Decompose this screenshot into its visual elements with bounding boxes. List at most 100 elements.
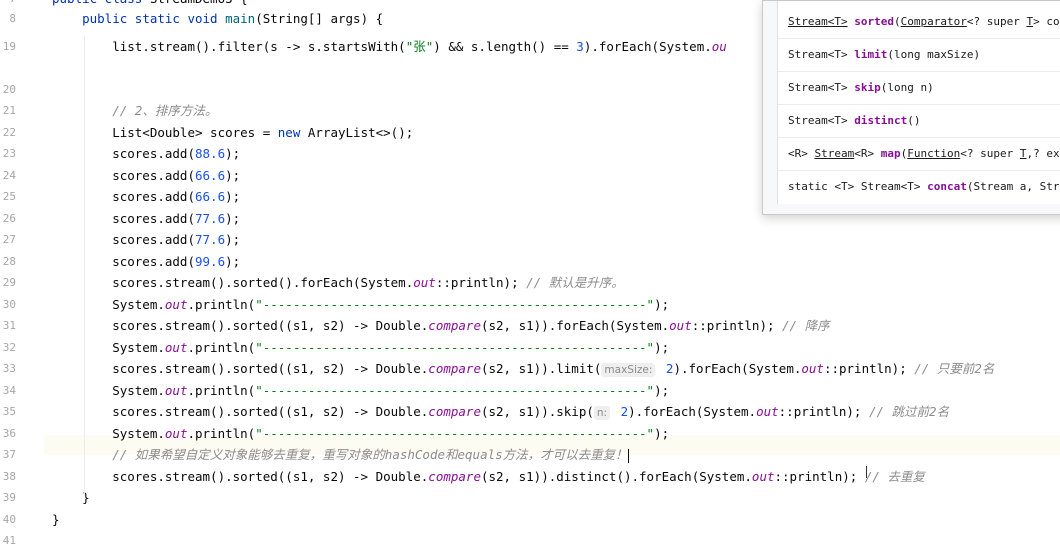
completion-token: sorted: [854, 15, 894, 28]
line-number: 25: [2, 190, 16, 203]
code-line[interactable]: public class StreamDemo3 {: [52, 0, 248, 9]
code-line[interactable]: scores.stream().sorted((s1, s2) -> Doubl…: [52, 467, 925, 487]
completion-token: (): [907, 114, 921, 127]
code-token: // 默认是升序。: [526, 275, 624, 290]
code-token: // 降序: [782, 318, 830, 333]
completion-token: (: [893, 15, 901, 28]
code-line[interactable]: scores.stream().sorted().forEach(System.…: [52, 273, 624, 293]
completion-list[interactable]: Stream<T> sorted(Comparator<? super T> c…: [777, 1, 1060, 204]
code-token: ).forEach(System.: [673, 361, 802, 376]
code-line[interactable]: scores.add(77.6);: [52, 230, 240, 250]
line-number: 26: [2, 212, 16, 225]
completion-token: <? super: [966, 15, 1027, 28]
code-token: out: [164, 297, 188, 312]
code-line[interactable]: List<Double> scores = new ArrayList<>();: [52, 123, 413, 143]
code-token: scores.add(: [52, 232, 195, 247]
code-token: ::println);: [435, 275, 527, 290]
code-token: 88.6: [195, 146, 226, 161]
code-line[interactable]: scores.stream().sorted((s1, s2) -> Doubl…: [52, 402, 949, 422]
completion-token: map: [880, 147, 901, 160]
code-token: System.: [52, 340, 165, 355]
completion-popup[interactable]: Stream<T> sorted(Comparator<? super T> c…: [762, 0, 1060, 215]
code-token: );: [654, 297, 670, 312]
code-token: System.: [52, 383, 165, 398]
code-token: .println(: [187, 383, 256, 398]
code-line[interactable]: list.stream().filter(s -> s.startsWith("…: [52, 37, 727, 57]
completion-token: <? super: [960, 147, 1020, 160]
code-token: out: [801, 361, 824, 376]
code-token: compare: [428, 318, 481, 333]
code-token: out: [751, 469, 775, 484]
code-token: );: [654, 383, 670, 398]
code-token: ::println);: [778, 404, 869, 419]
code-token: main: [225, 11, 256, 26]
indent-guide: [84, 36, 85, 496]
code-token: scores.stream().sorted((s1, s2) -> Doubl…: [52, 404, 429, 419]
line-number: 39: [2, 491, 16, 504]
code-line[interactable]: System.out.println("--------------------…: [52, 338, 669, 358]
code-line[interactable]: scores.stream().sorted((s1, s2) -> Doubl…: [52, 359, 994, 379]
code-token: );: [225, 146, 241, 161]
code-token: out: [413, 275, 436, 290]
completion-token: Stream<T>: [788, 81, 855, 94]
code-line[interactable]: scores.add(99.6);: [52, 252, 240, 272]
completion-token: Stream: [814, 147, 855, 160]
completion-token: (Stream a, Str: [966, 180, 1060, 193]
line-number: 38: [2, 470, 16, 483]
code-line[interactable]: scores.add(77.6);: [52, 209, 240, 229]
line-number: 35: [2, 405, 16, 418]
code-token: ::println);: [691, 318, 783, 333]
code-token: scores.add(: [52, 146, 195, 161]
code-line[interactable]: // 2、排序方法。: [52, 101, 217, 121]
line-number: 7: [0, 0, 16, 9]
completion-token: Stream<T>: [788, 15, 848, 28]
code-token: // 2、排序方法。: [112, 103, 218, 118]
code-token: out: [164, 340, 188, 355]
code-token: "张": [405, 39, 434, 54]
code-token: scores.stream().sorted((s1, s2) -> Doubl…: [52, 361, 429, 376]
code-token: scores.add(: [52, 168, 195, 183]
code-line[interactable]: scores.add(88.6);: [52, 144, 240, 164]
code-token: compare: [428, 469, 481, 484]
code-token: StreamDemo3 {: [150, 0, 248, 6]
line-number: 33: [2, 362, 16, 375]
code-token: scores.stream().sorted((s1, s2) -> Doubl…: [52, 469, 429, 484]
code-line[interactable]: public static void main(String[] args) {: [52, 9, 383, 29]
completion-item[interactable]: Stream<T> distinct(): [788, 104, 920, 137]
line-number: 8: [9, 12, 16, 25]
code-token: ArrayList<>();: [307, 125, 414, 140]
line-number: 37: [2, 448, 16, 461]
code-token: new: [277, 125, 308, 140]
line-number-gutter: 7 8 19 20 21 22 23 24 25 26 27 28 29 30 31 32 33 34 35 36 37…: [0, 0, 44, 547]
code-token: );: [225, 254, 241, 269]
code-token: (s2, s1)).forEach(System.: [480, 318, 670, 333]
code-line[interactable]: System.out.println("--------------------…: [52, 295, 669, 315]
code-line[interactable]: scores.add(66.6);: [52, 166, 240, 186]
completion-token: ,? ex: [1026, 147, 1060, 160]
completion-item[interactable]: Stream<T> skip(long n): [788, 71, 934, 104]
line-number: 36: [2, 427, 16, 440]
line-number: 29: [2, 276, 16, 289]
completion-item[interactable]: static <T> Stream<T> concat(Stream a, St…: [788, 170, 1060, 203]
code-line[interactable]: // 如果希望自定义对象能够去重复，重写对象的hashCode和equals方法…: [52, 445, 629, 465]
completion-token: Comparator: [900, 15, 967, 28]
code-token: public class: [52, 0, 150, 6]
code-line[interactable]: scores.stream().sorted((s1, s2) -> Doubl…: [52, 316, 830, 336]
completion-item[interactable]: Stream<T> sorted(Comparator<? super T> c…: [788, 5, 1060, 38]
completion-item[interactable]: <R> Stream<R> map(Function<? super T,? e…: [788, 137, 1060, 170]
code-token: System.: [52, 426, 165, 441]
line-number: 23: [2, 147, 16, 160]
code-token: (s2, s1)).skip(: [480, 404, 594, 419]
code-token: list.stream().filter(s -> s.startsWith(: [52, 39, 406, 54]
code-token: ).forEach(System.: [583, 39, 712, 54]
code-token: ou: [711, 39, 727, 54]
code-line[interactable]: System.out.println("--------------------…: [52, 424, 669, 444]
completion-item[interactable]: Stream<T> limit(long maxSize): [788, 38, 980, 71]
code-token: out: [164, 383, 188, 398]
code-line[interactable]: System.out.println("--------------------…: [52, 381, 669, 401]
code-line[interactable]: scores.add(66.6);: [52, 187, 240, 207]
completion-token: Stream<T>: [788, 48, 855, 61]
code-line[interactable]: }: [52, 510, 60, 530]
code-token: ) && s.length() ==: [433, 39, 577, 54]
code-token: // 跳过前2名: [868, 404, 950, 419]
